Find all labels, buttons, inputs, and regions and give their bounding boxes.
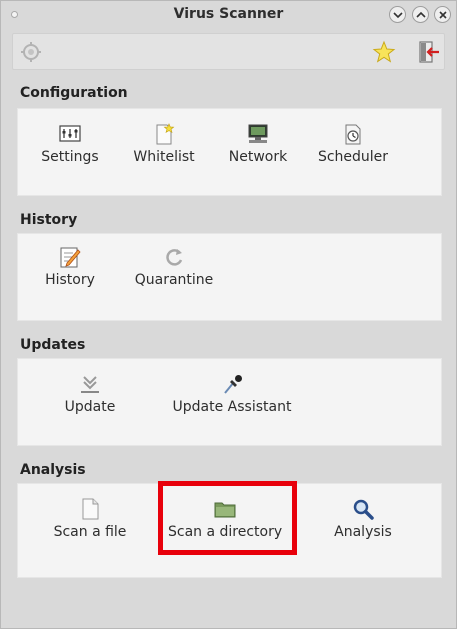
history-icon xyxy=(60,247,81,268)
settings-label: Settings xyxy=(41,149,99,165)
history-label: History xyxy=(45,272,95,288)
scan-icon[interactable] xyxy=(18,40,44,64)
configuration-panel: Settings Whitelist Network Scheduler xyxy=(17,108,442,196)
minimize-button[interactable] xyxy=(389,6,406,23)
virus-scanner-window: Virus Scanner Configuration Settings Whi… xyxy=(0,0,457,629)
section-title-updates: Updates xyxy=(20,337,86,353)
history-panel: History Quarantine xyxy=(17,233,442,321)
network-button[interactable]: Network xyxy=(226,123,290,165)
network-label: Network xyxy=(228,149,288,165)
whitelist-label: Whitelist xyxy=(133,149,195,165)
update-assistant-label: Update Assistant xyxy=(172,399,292,415)
update-assistant-icon xyxy=(224,375,242,394)
update-button[interactable]: Update xyxy=(58,373,122,415)
scan-file-button[interactable]: Scan a file xyxy=(52,498,128,540)
quarantine-label: Quarantine xyxy=(134,272,214,288)
settings-icon xyxy=(59,125,81,142)
window-title: Virus Scanner xyxy=(173,6,284,22)
exit-icon[interactable] xyxy=(416,40,442,64)
star-icon[interactable] xyxy=(371,40,397,64)
toolbar xyxy=(12,33,445,70)
update-assistant-button[interactable]: Update Assistant xyxy=(172,373,292,415)
close-button[interactable] xyxy=(434,6,451,23)
analysis-button[interactable]: Analysis xyxy=(326,498,400,540)
quarantine-icon xyxy=(166,249,183,266)
update-label: Update xyxy=(64,399,116,415)
whitelist-button[interactable]: Whitelist xyxy=(132,123,196,165)
history-button[interactable]: History xyxy=(40,246,100,288)
section-title-analysis: Analysis xyxy=(20,462,86,478)
highlight-box xyxy=(158,481,297,555)
maximize-button[interactable] xyxy=(412,6,429,23)
close-icon xyxy=(439,11,447,19)
updates-panel: Update Update Assistant xyxy=(17,358,442,446)
network-icon xyxy=(248,124,268,143)
quarantine-button[interactable]: Quarantine xyxy=(130,246,218,288)
chevron-down-icon xyxy=(393,12,403,19)
scheduler-label: Scheduler xyxy=(317,149,389,165)
chevron-up-icon xyxy=(416,11,426,18)
file-icon xyxy=(82,498,99,520)
scheduler-button[interactable]: Scheduler xyxy=(316,123,390,165)
title-bar: Virus Scanner xyxy=(1,1,456,29)
analysis-label: Analysis xyxy=(334,524,392,540)
update-icon xyxy=(81,376,99,393)
section-title-configuration: Configuration xyxy=(20,85,128,101)
scan-file-label: Scan a file xyxy=(53,524,127,540)
settings-button[interactable]: Settings xyxy=(40,123,100,165)
whitelist-icon xyxy=(156,123,175,145)
scheduler-icon xyxy=(345,124,361,145)
section-title-history: History xyxy=(20,212,78,228)
magnifier-icon xyxy=(353,499,374,520)
